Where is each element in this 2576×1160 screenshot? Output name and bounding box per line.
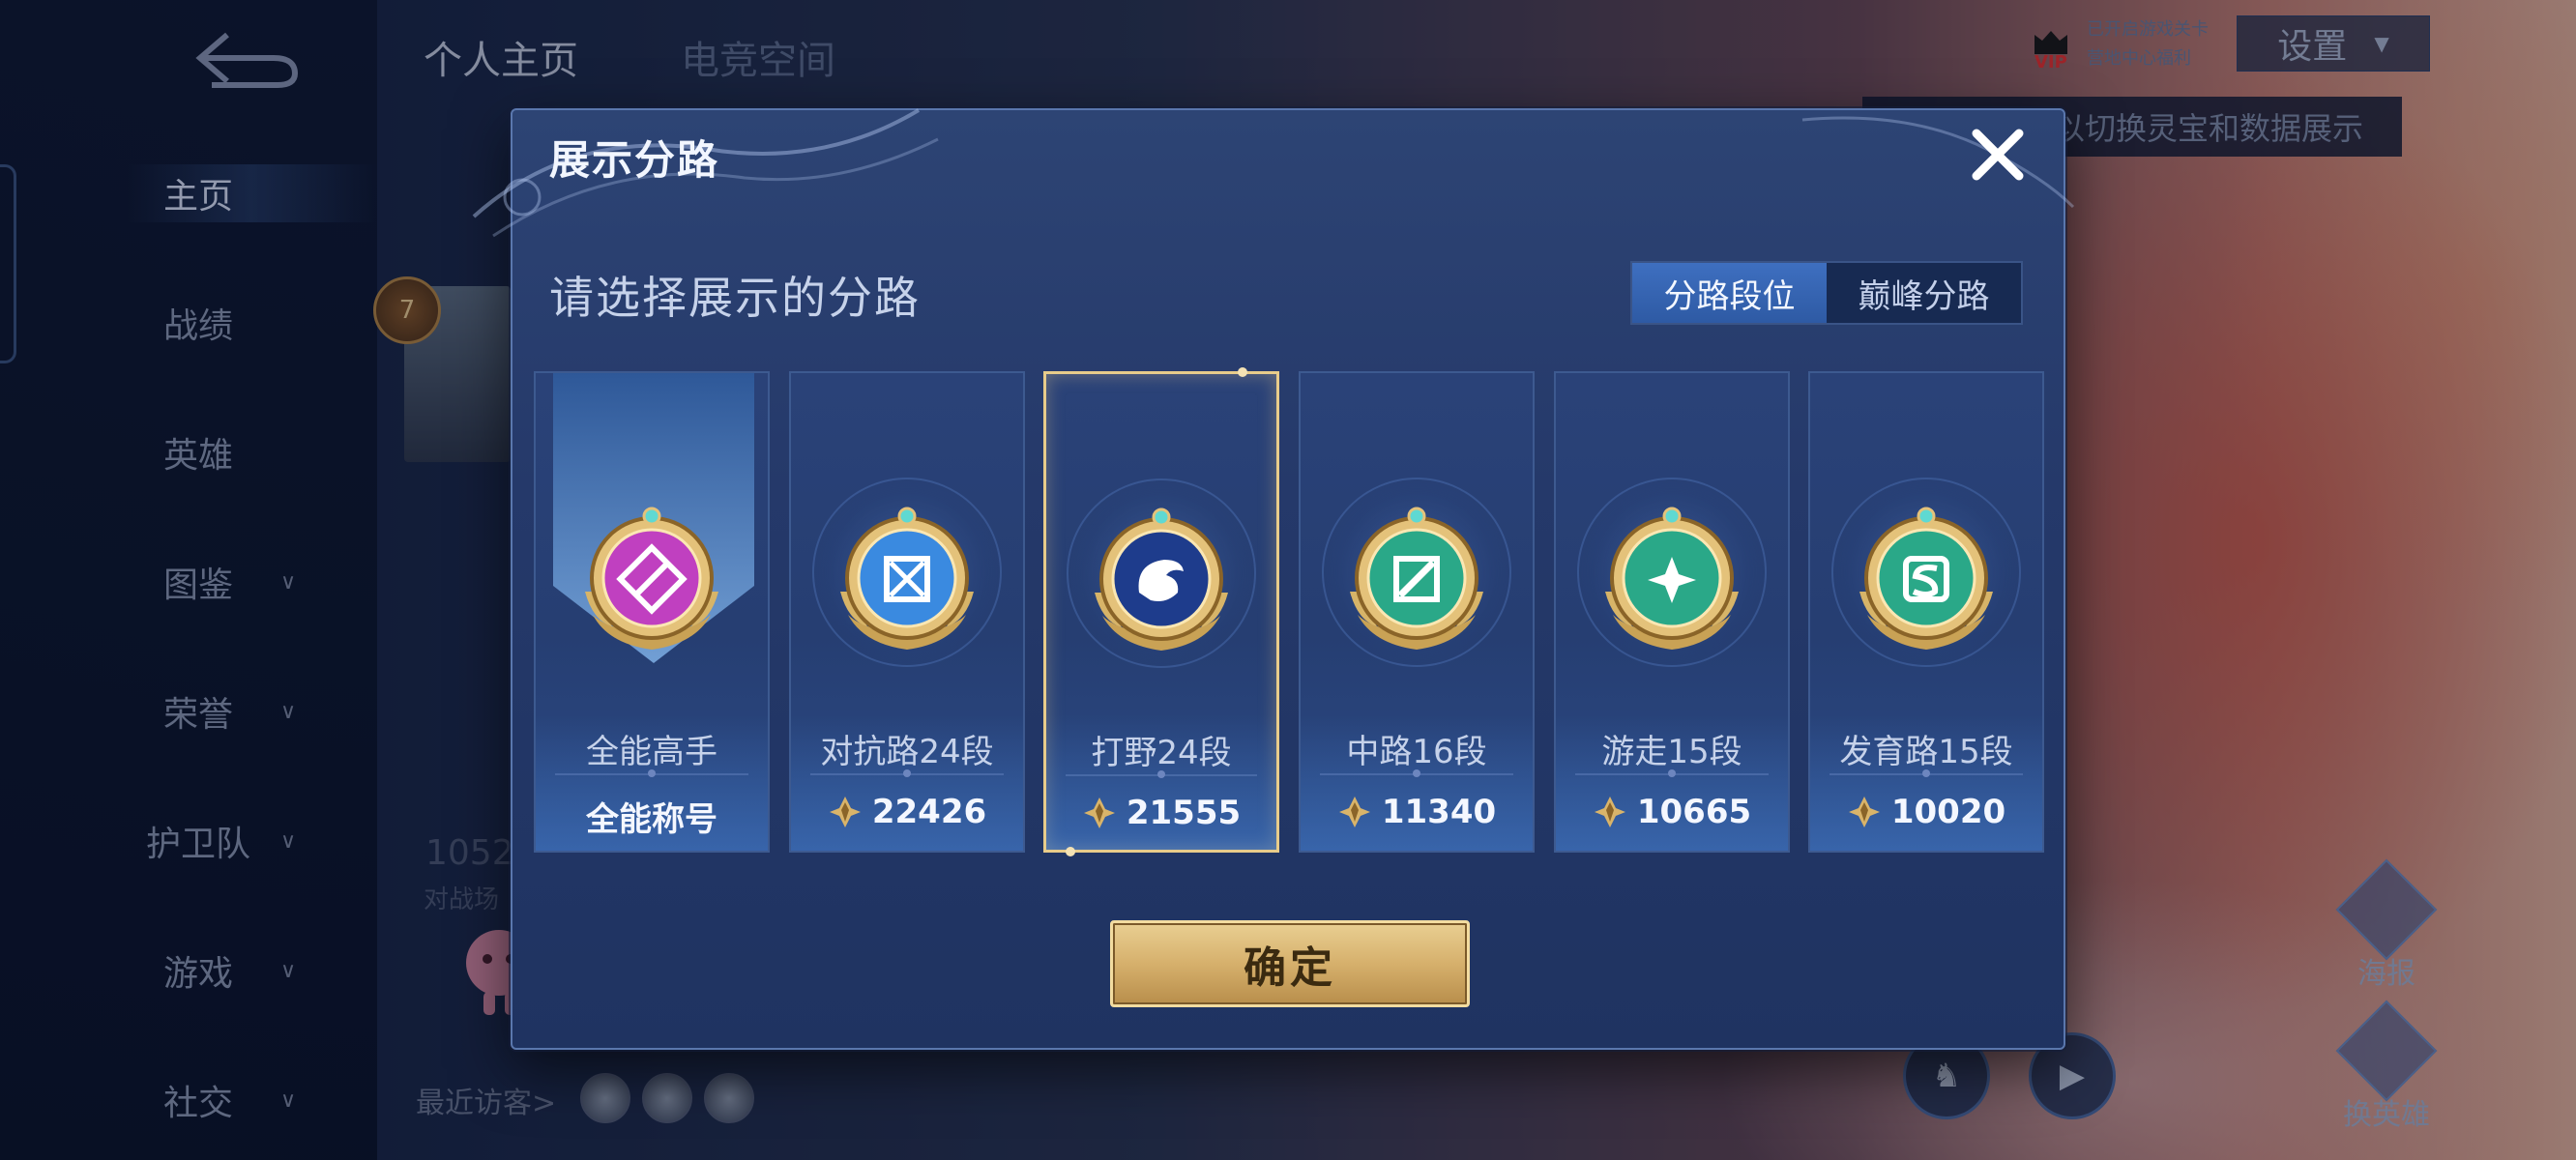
lane-card-value-text: 10020 [1890,793,2006,831]
lane-card-label: 打野24段 [1091,734,1232,772]
lane-card[interactable]: 全能高手 全能称号 [534,371,770,853]
lane-card-value: 10020 [1810,793,2042,831]
points-icon [1594,797,1625,827]
lane-card-value: 全能称号 [536,793,768,840]
close-icon[interactable] [1965,122,2031,188]
card-divider [555,769,748,777]
confirm-button[interactable]: 确定 [1110,920,1470,1007]
lane-card-value: 11340 [1301,793,1533,831]
dialog-title: 展示分路 [549,136,720,184]
farm-lane-icon [1859,507,1993,650]
card-divider [1575,769,1769,777]
segment-lane-rank[interactable]: 分路段位 [1632,263,1827,323]
lane-card-label: 发育路15段 [1839,733,2013,771]
lane-card-value-text: 全能称号 [586,800,717,839]
lane-card[interactable]: 发育路15段 10020 [1808,371,2044,853]
cloud-swirl-decoration [1801,116,2075,209]
points-icon [1848,797,1880,827]
lane-card[interactable]: 游走15段 10665 [1554,371,1790,853]
lane-card-value: 22426 [791,793,1023,831]
dialog-subtitle: 请选择展示的分路 [549,272,921,324]
card-divider [1830,769,2023,777]
display-lane-dialog: 展示分路 请选择展示的分路 分路段位 巅峰分路 全能高手 全能称号 对抗路24段 22… [472,108,2075,1050]
lane-card-label: 游走15段 [1601,733,1742,771]
clash-lane-icon [840,507,974,650]
lane-card-label: 中路16段 [1346,733,1487,771]
lane-card-value-text: 21555 [1126,794,1242,832]
lane-card-label: 对抗路24段 [820,733,994,771]
segment-peak-lane[interactable]: 巅峰分路 [1827,263,2021,323]
selection-corner-dot [1238,367,1247,377]
card-divider [810,769,1004,777]
all-rounder-icon [585,507,718,650]
jungle-icon [1095,508,1228,651]
mid-lane-icon [1350,507,1483,650]
lane-card-value-text: 11340 [1381,793,1497,831]
lane-card[interactable]: 对抗路24段 22426 [789,371,1025,853]
lane-card[interactable]: 中路16段 11340 [1299,371,1535,853]
lane-card[interactable]: 打野24段 21555 [1043,367,1279,856]
points-icon [1083,798,1115,828]
lane-card-value-text: 22426 [871,793,987,831]
points-icon [1338,797,1370,827]
points-icon [829,797,861,827]
mode-segmented-control: 分路段位 巅峰分路 [1630,261,2023,325]
lane-card-label: 全能高手 [586,733,717,771]
selection-corner-dot [1066,847,1075,856]
roam-icon [1605,507,1739,650]
lane-card-list: 全能高手 全能称号 对抗路24段 22426 打野24段 21555 中路16段 11340 游… [534,367,2046,856]
lane-card-value: 10665 [1556,793,1788,831]
card-divider [1320,769,1513,777]
lane-card-value-text: 10665 [1636,793,1752,831]
lane-card-value: 21555 [1046,794,1276,832]
card-divider [1066,770,1257,778]
